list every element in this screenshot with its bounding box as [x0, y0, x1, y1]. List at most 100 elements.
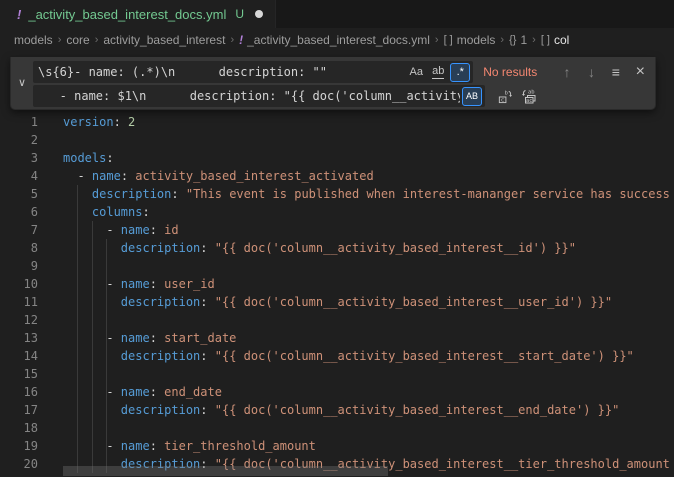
horizontal-scrollbar[interactable]: [63, 466, 388, 476]
line-number: 18: [0, 419, 38, 437]
find-input[interactable]: \s{6}- name: (.*)\n description: "" Aa a…: [33, 61, 473, 83]
breadcrumb-item-symbol-1[interactable]: {} 1: [509, 33, 527, 47]
line-number: 1: [0, 113, 38, 131]
find-results-count: No results: [483, 65, 553, 79]
line-number: 16: [0, 383, 38, 401]
code-line[interactable]: 6 columns:: [0, 203, 674, 221]
breadcrumb-item-symbol-models[interactable]: [ ] models: [444, 33, 496, 47]
replace-input[interactable]: - name: $1\n description: "{{ doc('colum…: [33, 85, 485, 107]
breadcrumb-item-symbol-columns[interactable]: [ ] col: [541, 33, 570, 47]
breadcrumb-item-file[interactable]: ! _activity_based_interest_docs.yml: [239, 33, 430, 47]
code-line[interactable]: 5 description: "This event is published …: [0, 185, 674, 203]
toggle-replace-chevron-icon[interactable]: ∨: [14, 74, 30, 92]
replace-icon: b c: [497, 89, 512, 104]
find-replace-widget: ∨ \s{6}- name: (.*)\n description: "" Aa…: [10, 57, 656, 110]
line-number: 10: [0, 275, 38, 293]
code-line[interactable]: 2: [0, 131, 674, 149]
replace-value-text: - name: $1\n description: "{{ doc('colum…: [38, 89, 460, 103]
line-number: 7: [0, 221, 38, 239]
code-line[interactable]: 17 description: "{{ doc('column__activit…: [0, 401, 674, 419]
previous-match-button[interactable]: ↑: [556, 61, 577, 83]
code-line[interactable]: 18: [0, 419, 674, 437]
code-line-text: - name: id: [63, 223, 179, 237]
find-in-selection-button[interactable]: ≡: [605, 61, 626, 83]
line-number: 8: [0, 239, 38, 257]
line-number: 11: [0, 293, 38, 311]
svg-text:ab: ab: [528, 90, 535, 96]
git-status-badge: U: [235, 7, 244, 21]
replace-all-button[interactable]: ab ac: [518, 85, 540, 107]
code-line-text: version: 2: [63, 115, 135, 129]
tab-bar: ! _activity_based_interest_docs.yml U: [0, 0, 674, 28]
line-number: 14: [0, 347, 38, 365]
code-line-text: - name: activity_based_interest_activate…: [63, 169, 374, 183]
code-line-text: description: "{{ doc('column__activity_b…: [63, 403, 619, 417]
symbol-array-icon: [ ]: [444, 34, 453, 46]
breadcrumb-label: col: [554, 33, 569, 47]
replace-button[interactable]: b c: [493, 85, 515, 107]
breadcrumb: models › core › activity_based_interest …: [0, 28, 674, 52]
code-line-text: description: "{{ doc('column__activity_b…: [63, 241, 576, 255]
breadcrumb-label: models: [457, 33, 496, 47]
whole-word-toggle[interactable]: ab: [428, 63, 448, 82]
editor-tab-active[interactable]: ! _activity_based_interest_docs.yml U: [0, 0, 276, 28]
arrow-down-icon: ↓: [588, 64, 595, 80]
code-line-text: - name: start_date: [63, 331, 236, 345]
regex-icon: .*: [457, 66, 464, 78]
code-line[interactable]: 8 description: "{{ doc('column__activity…: [0, 239, 674, 257]
breadcrumb-separator-icon: ›: [58, 34, 62, 46]
close-icon: ×: [636, 63, 645, 81]
line-number: 13: [0, 329, 38, 347]
code-line[interactable]: 13 - name: start_date: [0, 329, 674, 347]
code-line[interactable]: 9: [0, 257, 674, 275]
match-case-toggle[interactable]: Aa: [406, 63, 426, 82]
find-query-text: \s{6}- name: (.*)\n description: "": [38, 65, 404, 79]
code-line[interactable]: 11 description: "{{ doc('column__activit…: [0, 293, 674, 311]
code-line[interactable]: 4 - name: activity_based_interest_activa…: [0, 167, 674, 185]
unsaved-changes-dot-icon[interactable]: [255, 10, 263, 18]
svg-text:c: c: [500, 97, 503, 103]
svg-text:ac: ac: [526, 98, 533, 104]
next-match-button[interactable]: ↓: [581, 61, 602, 83]
line-number: 3: [0, 149, 38, 167]
line-number: 19: [0, 437, 38, 455]
breadcrumb-separator-icon: ›: [230, 34, 234, 46]
selection-lines-icon: ≡: [612, 64, 620, 80]
breadcrumb-separator-icon: ›: [95, 34, 99, 46]
breadcrumb-item-models[interactable]: models: [14, 33, 53, 47]
code-line[interactable]: 12: [0, 311, 674, 329]
regex-toggle[interactable]: .*: [450, 63, 470, 82]
breadcrumb-label: 1: [520, 33, 527, 47]
code-line-text: - name: end_date: [63, 385, 222, 399]
replace-all-icon: ab ac: [521, 88, 537, 104]
tab-filename: _activity_based_interest_docs.yml: [28, 7, 226, 22]
editor-code-area[interactable]: 1 version: 2 23 models: 4 - name: activity_b…: [0, 52, 674, 477]
breadcrumb-label: core: [66, 33, 89, 47]
code-line[interactable]: 16 - name: end_date: [0, 383, 674, 401]
code-line-text: models:: [63, 151, 114, 165]
code-line[interactable]: 19 - name: tier_threshold_amount: [0, 437, 674, 455]
code-line[interactable]: 15: [0, 365, 674, 383]
code-line[interactable]: 14 description: "{{ doc('column__activit…: [0, 347, 674, 365]
code-line-text: description: "{{ doc('column__activity_b…: [63, 349, 634, 363]
code-line[interactable]: 3 models:: [0, 149, 674, 167]
line-number: 9: [0, 257, 38, 275]
find-row: \s{6}- name: (.*)\n description: "" Aa a…: [33, 61, 651, 83]
breadcrumb-separator-icon: ›: [435, 34, 439, 46]
code-line-text: description: "{{ doc('column__activity_b…: [63, 295, 612, 309]
symbol-array-icon: [ ]: [541, 34, 550, 46]
line-number: 12: [0, 311, 38, 329]
breadcrumb-item-core[interactable]: core: [66, 33, 89, 47]
match-case-icon: Aa: [410, 66, 423, 78]
code-line[interactable]: 1 version: 2: [0, 113, 674, 131]
code-line-text: description: "This event is published wh…: [63, 187, 670, 201]
breadcrumb-item-folder[interactable]: activity_based_interest: [103, 33, 225, 47]
breadcrumb-label: activity_based_interest: [103, 33, 225, 47]
yaml-file-icon: !: [17, 7, 21, 22]
svg-text:b: b: [504, 90, 508, 96]
preserve-case-toggle[interactable]: AB: [462, 87, 482, 106]
whole-word-icon: ab: [432, 65, 444, 79]
close-find-button[interactable]: ×: [630, 61, 651, 83]
code-line[interactable]: 7 - name: id: [0, 221, 674, 239]
code-line[interactable]: 10 - name: user_id: [0, 275, 674, 293]
